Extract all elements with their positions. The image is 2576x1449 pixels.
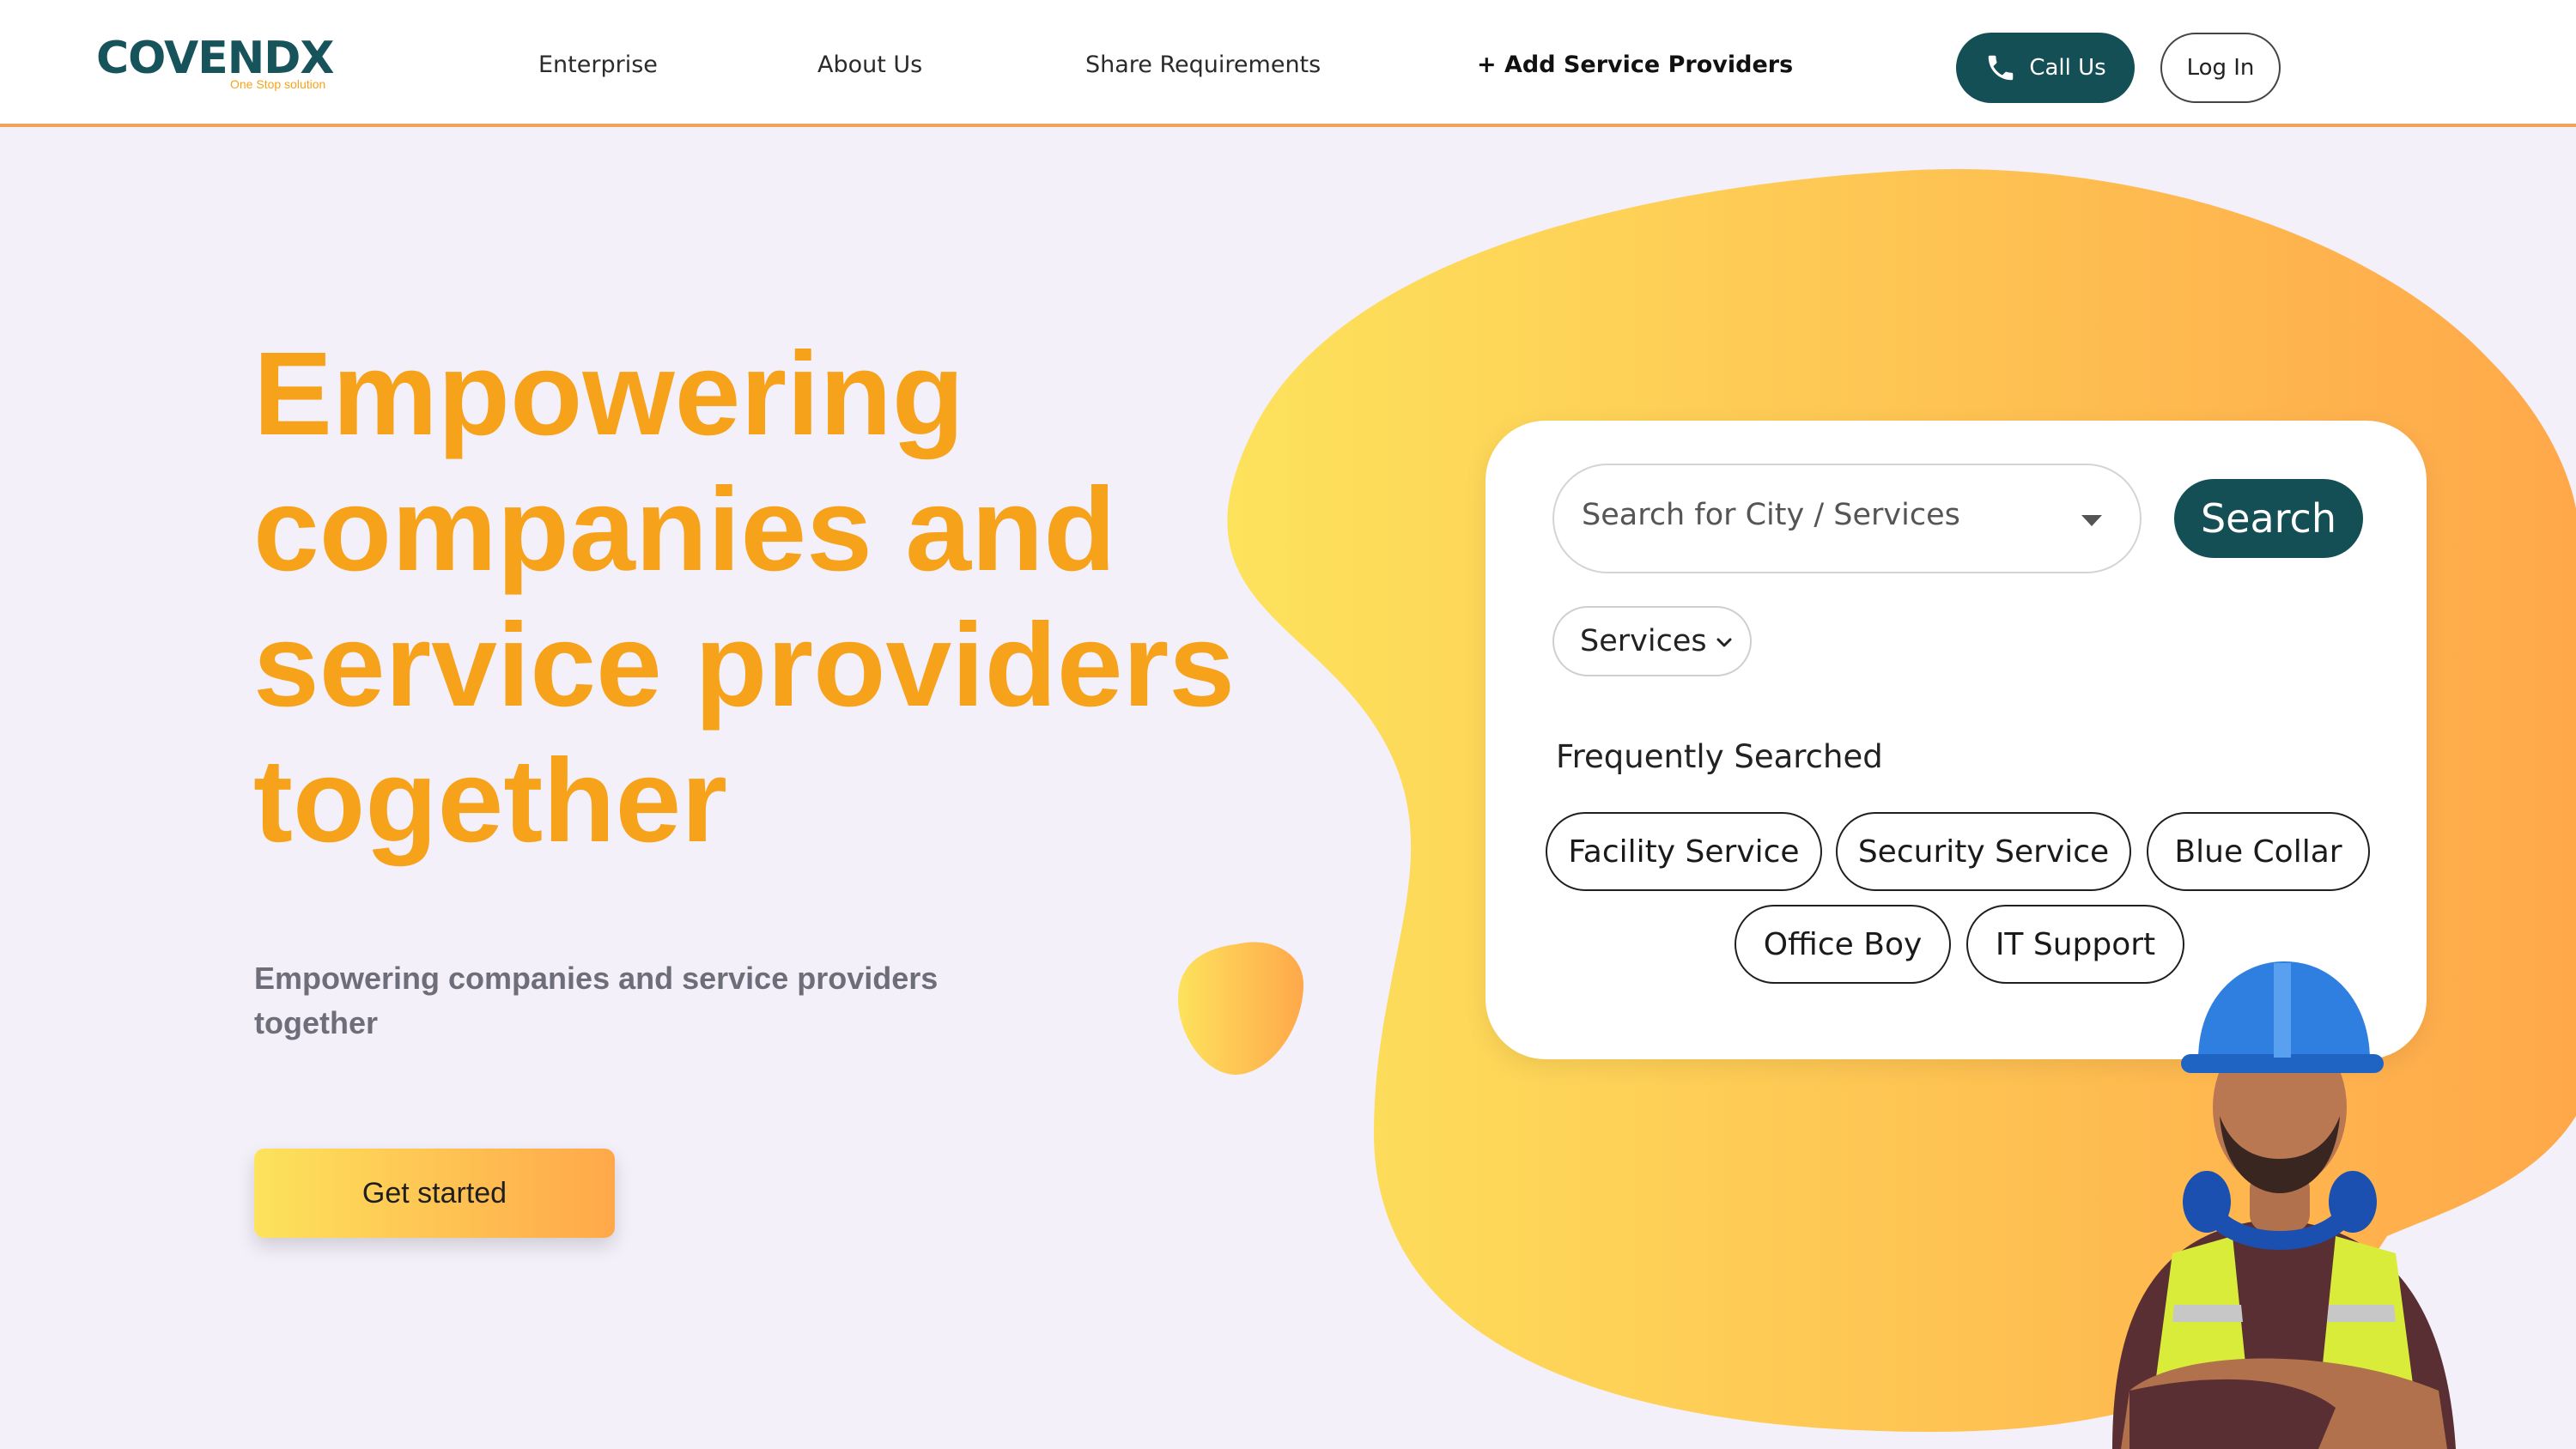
covendx-logo[interactable]: COVENDX One Stop solution	[96, 33, 337, 93]
nav-link-enterprise[interactable]: Enterprise	[538, 52, 658, 78]
logo-tagline: One Stop solution	[230, 77, 326, 91]
small-yellow-blob	[1177, 942, 1304, 1075]
category-select-value: Services	[1580, 624, 1707, 658]
frequently-searched-label: Frequently Searched	[1556, 738, 1883, 775]
hero-title: Empowering companies and service provide…	[253, 328, 1236, 867]
category-select[interactable]: Services	[1552, 606, 1752, 676]
chevron-down-icon	[1716, 638, 1732, 647]
nav-link-about-us[interactable]: About Us	[817, 52, 922, 78]
logo-wordmark: COVENDX	[96, 33, 335, 84]
nav-link-share-requirements[interactable]: Share Requirements	[1085, 52, 1321, 78]
call-us-label: Call Us	[2029, 55, 2106, 81]
chip-blue-collar[interactable]: Blue Collar	[2147, 812, 2370, 891]
hero-subtitle: Empowering companies and service provide…	[254, 961, 939, 1040]
caret-down-icon[interactable]	[2081, 515, 2102, 526]
login-button[interactable]: Log In	[2160, 33, 2281, 103]
chip-security-service[interactable]: Security Service	[1836, 812, 2131, 891]
construction-worker-illustration	[2112, 961, 2456, 1449]
call-us-button[interactable]: Call Us	[1956, 33, 2135, 103]
search-placeholder: Search for City / Services	[1582, 498, 1960, 532]
search-button[interactable]: Search	[2174, 479, 2363, 558]
chip-facility-service[interactable]: Facility Service	[1546, 812, 1822, 891]
nav-link-add-service-providers[interactable]: + Add Service Providers	[1477, 52, 1793, 78]
top-navbar: COVENDX One Stop solution Enterprise Abo…	[0, 0, 2576, 127]
chip-office-boy[interactable]: Office Boy	[1735, 905, 1951, 984]
get-started-button[interactable]: Get started	[254, 1149, 615, 1238]
city-service-search-input[interactable]: Search for City / Services	[1552, 464, 2142, 573]
phone-icon	[1989, 55, 2014, 81]
